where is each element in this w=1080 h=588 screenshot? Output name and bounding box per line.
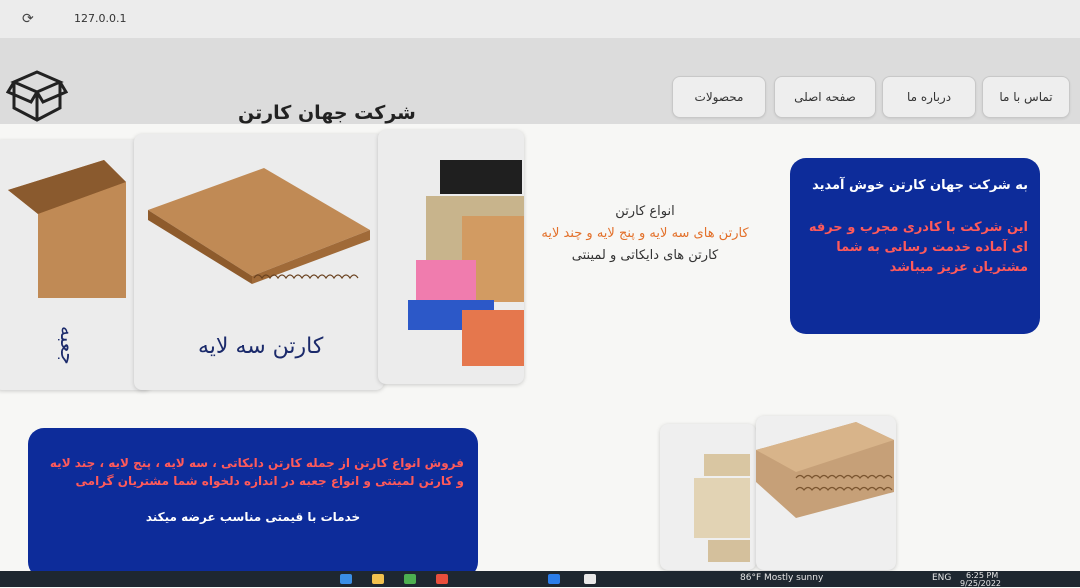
- diecut-box-image: [694, 454, 750, 562]
- sales-panel: فروش انواع کارتن از جمله کارتن دایکاتی ،…: [28, 428, 478, 578]
- app-icon[interactable]: [340, 574, 352, 584]
- types-line-diecut: کارتن های دایکاتی و لمینتی: [571, 248, 719, 263]
- product-card-three-layer[interactable]: کارتن سه لایه: [134, 134, 384, 390]
- nav-about[interactable]: درباره ما: [882, 76, 976, 118]
- browser-icon[interactable]: [584, 574, 596, 584]
- welcome-title: به شرکت جهان کارتن خوش آمدید: [812, 178, 1028, 193]
- welcome-panel: به شرکت جهان کارتن خوش آمدید این شرکت با…: [790, 158, 1040, 334]
- product-card-diecut[interactable]: [660, 424, 756, 570]
- address-bar[interactable]: 127.0.0.1: [74, 12, 126, 25]
- reload-icon[interactable]: ⟳: [22, 11, 34, 27]
- site-title: شرکت جهان کارتن: [238, 102, 416, 124]
- corrugated-sheet-image: [148, 168, 370, 284]
- browser-toolbar: ⟳ 127.0.0.1: [0, 0, 1080, 39]
- folder-icon[interactable]: [372, 574, 384, 584]
- sales-subtext: خدمات با قیمتی مناسب عرضه میکند: [145, 510, 361, 524]
- types-heading: انواع کارتن: [615, 204, 675, 219]
- box-image: [8, 160, 126, 298]
- weather-widget[interactable]: 86°F Mostly sunny: [740, 573, 823, 583]
- welcome-text: این شرکت با کادری مجرب و حرفه ای آماده خ…: [808, 220, 1028, 275]
- main-nav: محصولات صفحه اصلی درباره ما تماس با ما: [672, 76, 1072, 120]
- nav-contact[interactable]: تماس با ما: [982, 76, 1070, 118]
- nav-home[interactable]: صفحه اصلی: [774, 76, 876, 118]
- box-icon[interactable]: [6, 64, 68, 126]
- site-header: شرکت جهان کارتن محصولات صفحه اصلی درباره…: [0, 38, 1080, 124]
- card-label-box: جعبه: [56, 326, 80, 365]
- nav-products[interactable]: محصولات: [672, 76, 766, 118]
- carton-types: انواع کارتن کارتن های سه لایه و پنج لایه…: [500, 204, 790, 270]
- product-card-five-layer[interactable]: [756, 416, 896, 570]
- language-indicator[interactable]: ENG: [932, 573, 951, 583]
- types-line-layers: کارتن های سه لایه و پنج لایه و چند لایه: [541, 226, 749, 241]
- card-label-three-layer: کارتن سه لایه: [198, 334, 324, 359]
- os-taskbar: 86°F Mostly sunny ENG 6:25 PM 9/25/2022: [0, 571, 1080, 588]
- app-icon[interactable]: [436, 574, 448, 584]
- product-card-box[interactable]: جعبه: [0, 140, 152, 390]
- five-layer-sheet-image: [756, 422, 894, 518]
- sales-text: فروش انواع کارتن از جمله کارتن دایکاتی ،…: [49, 456, 464, 488]
- vscode-icon[interactable]: [548, 574, 560, 584]
- app-icon[interactable]: [404, 574, 416, 584]
